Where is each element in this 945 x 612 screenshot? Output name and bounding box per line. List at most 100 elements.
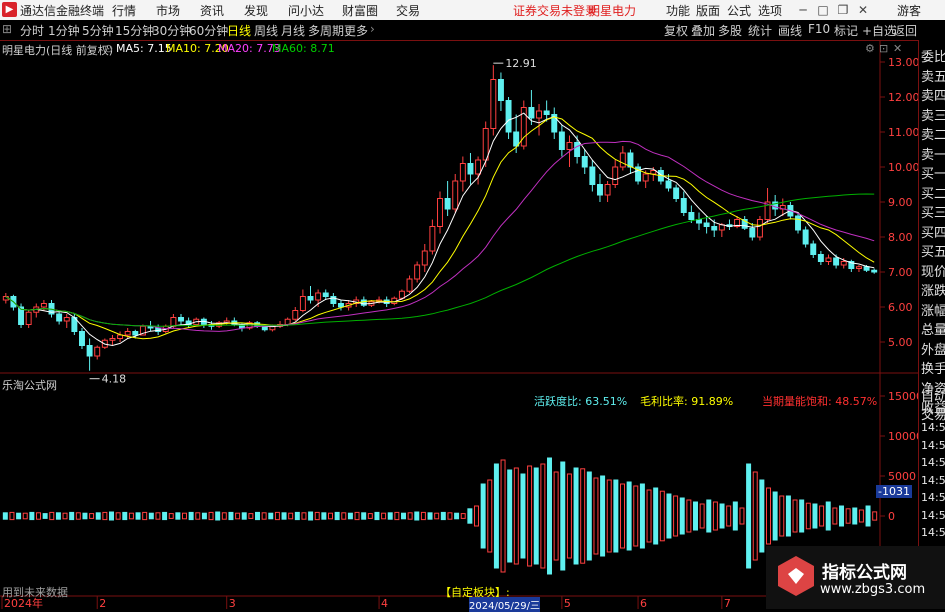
indicator-bar: [480, 483, 486, 549]
indicator-bar: [314, 511, 320, 521]
quote-panel-item[interactable]: 现价: [921, 261, 945, 280]
indicator-bar: [115, 512, 121, 520]
candle-body: [589, 166, 596, 185]
indicator-bar: [759, 479, 765, 553]
price-tick-label: 10.00: [888, 161, 918, 174]
candle-body: [124, 331, 131, 336]
indicator-bar: [420, 511, 426, 521]
candle-body: [406, 278, 413, 292]
indicator-bar: [334, 511, 340, 521]
quote-panel-item[interactable]: 14:56: [921, 526, 945, 539]
quote-panel-item[interactable]: 14:56: [921, 421, 945, 434]
candle-body: [528, 107, 535, 119]
candle-body: [322, 292, 329, 297]
quote-panel-item[interactable]: 换手: [921, 358, 945, 377]
candle-body: [855, 266, 862, 269]
indicator-bar: [825, 501, 831, 531]
indicator-bar: [42, 513, 48, 519]
volume-tick-label: 5000: [888, 470, 916, 483]
indicator-bar: [128, 512, 134, 520]
chart-collapse-icon[interactable]: ⊡: [879, 42, 888, 55]
quote-panel-item[interactable]: 涨跌: [921, 280, 945, 299]
indicator-bar: [467, 508, 473, 524]
candle-body: [574, 142, 581, 157]
legend-toggle-icon[interactable]: ⊙: [104, 42, 113, 55]
quote-panel-item[interactable]: 买五: [921, 241, 945, 260]
indicator-bar: [679, 497, 685, 535]
candle-body: [642, 173, 649, 182]
indicator-bar: [248, 513, 254, 519]
price-tick-label: 11.00: [888, 126, 918, 139]
indicator-bar: [168, 513, 174, 519]
quote-panel-item[interactable]: 14:56: [921, 474, 945, 487]
indicator-bar: [288, 512, 294, 520]
candle-body: [581, 156, 588, 168]
indicator-bar: [447, 512, 453, 520]
candle-body: [711, 226, 718, 231]
quote-panel-item[interactable]: 委比: [921, 46, 945, 65]
quote-panel-item[interactable]: 买三: [921, 202, 945, 221]
indicator-bar: [215, 511, 221, 521]
quote-panel-item[interactable]: 卖二: [921, 124, 945, 143]
candle-body: [315, 292, 322, 301]
quote-panel-item[interactable]: 自动: [921, 386, 945, 405]
candle-body: [817, 254, 824, 262]
quote-panel-item[interactable]: 卖四: [921, 85, 945, 104]
indicator-bar: [659, 490, 665, 542]
indicator-bar: [746, 463, 752, 569]
candle-body: [490, 79, 497, 129]
indicator-bar: [772, 491, 778, 541]
extreme-label: 12.91: [505, 57, 537, 70]
candle-body: [840, 261, 847, 266]
candle-body: [63, 317, 70, 322]
indicator-bar: [620, 483, 625, 549]
candle-body: [810, 243, 817, 255]
price-tick-label: 13.00: [888, 56, 918, 69]
indicator-bar: [49, 511, 55, 521]
quote-panel-item[interactable]: 买二: [921, 183, 945, 202]
quote-panel-item[interactable]: 14:56: [921, 439, 945, 452]
indicator-bar: [36, 512, 41, 520]
candle-body: [178, 317, 184, 322]
quote-panel-item[interactable]: 14:56: [921, 509, 945, 522]
quote-panel-item[interactable]: 买四: [921, 222, 945, 241]
indicator-bar: [261, 512, 267, 520]
candle-body: [596, 184, 603, 196]
indicator-bar: [162, 511, 168, 521]
indicator-bar: [593, 477, 599, 555]
indicator-bar: [347, 512, 353, 520]
volume-tick-label: 10000: [888, 430, 918, 443]
indicator-title: 乐淘公式网: [2, 379, 57, 392]
quote-panel-item[interactable]: 卖五: [921, 66, 945, 85]
candle-body: [398, 290, 405, 299]
quote-panel-item[interactable]: 14:56: [921, 456, 945, 469]
quote-panel-item[interactable]: 交易: [921, 404, 945, 423]
chart-settings-icon[interactable]: ⚙: [865, 42, 875, 55]
indicator-bar: [626, 481, 632, 551]
quote-panel-item[interactable]: 总量: [921, 319, 945, 338]
indicator-bar: [241, 512, 247, 520]
quote-panel-item[interactable]: 14:56: [921, 491, 945, 504]
indicator-bar: [341, 512, 347, 520]
quote-panel-item[interactable]: 卖一: [921, 144, 945, 163]
quote-panel-item[interactable]: 外盘: [921, 339, 945, 358]
chart-close-icon[interactable]: ✕: [893, 42, 902, 55]
quote-panel-item[interactable]: 卖三: [921, 105, 945, 124]
indicator-bar: [102, 511, 108, 521]
candle-body: [429, 226, 436, 252]
indicator-bar: [639, 483, 645, 549]
chart-area[interactable]: 5.00 6.00 7.00 8.00 9.00 10.00 11.00 12.00 13.00…: [0, 0, 918, 609]
indicator-bar: [440, 511, 446, 521]
gross-margin-label: 毛利比率: 91.89%: [640, 395, 734, 408]
quote-panel-item[interactable]: 买一: [921, 163, 945, 182]
indicator-bar: [361, 512, 367, 520]
indicator-bar: [712, 501, 718, 531]
quote-panel: 委比 卖五 卖四 卖三 卖二 卖一 买一 买二 买三 买四 买五 现价 涨跌 涨幅 总量 外盘 换手 净资 收益 自动…: [918, 40, 945, 609]
quote-panel-item[interactable]: 涨幅: [921, 300, 945, 319]
indicator-bar: [474, 505, 479, 527]
candle-body: [292, 310, 299, 320]
volume-tick-label: 0: [888, 510, 895, 523]
candle-body: [825, 257, 832, 262]
candle-body: [467, 163, 474, 175]
candle-body: [749, 227, 756, 238]
